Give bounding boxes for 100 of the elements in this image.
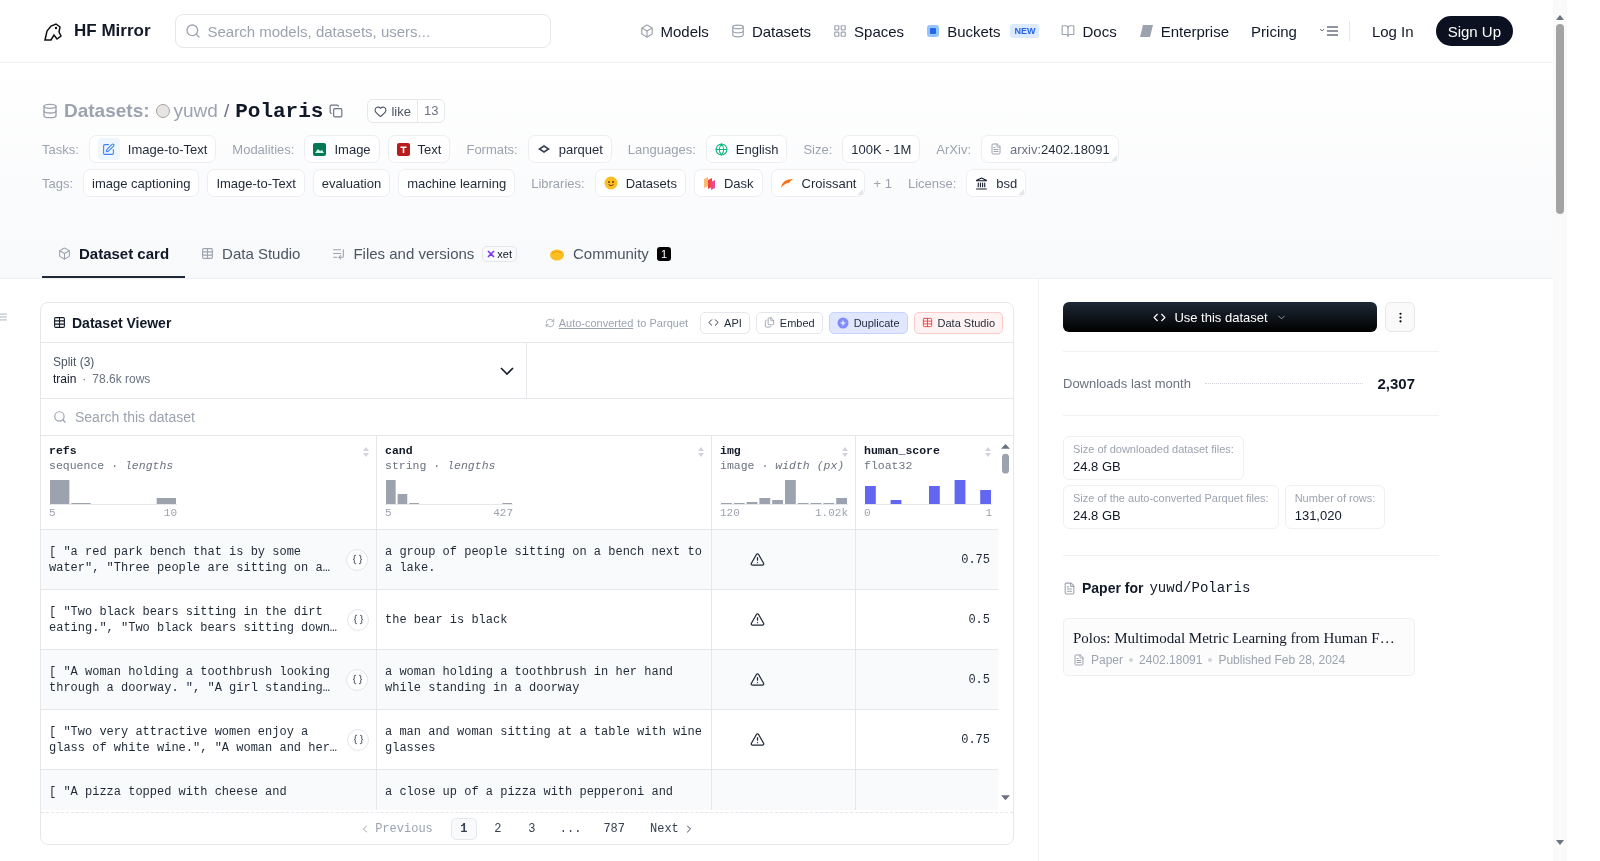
column-type: float32 — [864, 459, 914, 472]
tag-chip[interactable]: parquet — [527, 135, 612, 163]
table-cell: a man and woman sitting at a table with wine glasses — [385, 723, 703, 756]
tag-group-label: Formats: — [466, 141, 518, 157]
tag-chip[interactable]: Datasets — [594, 169, 686, 197]
nav-link[interactable]: Docs — [1061, 22, 1117, 40]
tag-chip[interactable]: image captioning — [83, 169, 200, 197]
expand-json-button[interactable] — [347, 728, 370, 751]
task-icon — [97, 138, 120, 160]
search-icon — [184, 23, 201, 39]
document-icon — [990, 143, 1002, 155]
tag-group-label: Tags: — [42, 175, 74, 191]
table-cell-text: the bear is black — [385, 611, 509, 628]
list-icon — [332, 247, 346, 260]
page-button[interactable]: 1 — [450, 817, 477, 840]
signup-button[interactable]: Sign Up — [1435, 16, 1513, 46]
tag-group-label: License: — [907, 175, 957, 191]
column-name[interactable]: refs — [49, 444, 77, 457]
tag-group-label: ArXiv: — [936, 141, 971, 157]
warning-icon — [750, 612, 765, 627]
viewer-action-button[interactable]: Embed — [755, 311, 823, 334]
sidebar-toggle-icon[interactable] — [0, 312, 8, 322]
cube-icon — [639, 24, 654, 38]
search-field[interactable]: Search models, datasets, users... — [174, 14, 551, 48]
tag-chip[interactable]: evaluation — [312, 169, 391, 197]
tag-chip[interactable]: Image-to-Text — [207, 169, 305, 197]
path-separator: / — [223, 100, 230, 122]
paper-card[interactable]: Polos: Multimodal Metric Learning from Human F… Paper 2402.18091 Published Feb 28, 2024 — [1063, 618, 1415, 676]
nav-link[interactable]: Buckets NEW — [926, 22, 1040, 40]
table-cell-text: [ "A pizza topped with cheese and — [49, 784, 288, 800]
sort-icon[interactable] — [697, 446, 705, 458]
login-link[interactable]: Log In — [1371, 22, 1414, 40]
logo-text[interactable]: HF Mirror — [74, 21, 151, 41]
like-button[interactable]: like 13 — [367, 99, 446, 123]
viewer-action-button[interactable]: Data Studio — [913, 311, 1003, 334]
more-options-button[interactable] — [1385, 302, 1415, 332]
table-cell: 0.75 — [961, 552, 990, 567]
next-page-button[interactable]: Next — [638, 821, 707, 836]
tab[interactable]: Files and versions xet — [316, 231, 533, 278]
stat-label: Number of rows: — [1294, 492, 1376, 504]
search-icon — [53, 410, 67, 424]
viewer-action-button[interactable]: API — [700, 311, 750, 334]
tag-chip[interactable]: Dask — [693, 169, 763, 197]
tag-chip[interactable]: Text — [387, 135, 451, 163]
sort-icon[interactable] — [841, 446, 849, 458]
logo-icon[interactable] — [42, 20, 64, 42]
viewer-action-button[interactable]: Duplicate — [828, 311, 908, 334]
stat-label: Size of the auto-converted Parquet files: — [1073, 492, 1269, 504]
tab[interactable]: Data Studio — [185, 231, 317, 278]
dask-icon — [702, 176, 716, 190]
column-type: sequence · lengths — [49, 459, 175, 472]
tag-chip[interactable]: bsd — [966, 169, 1027, 197]
histogram-min: 0 — [864, 507, 871, 519]
sort-icon[interactable] — [362, 446, 370, 458]
tab[interactable]: Dataset card — [42, 231, 186, 278]
page-button[interactable]: 787 — [596, 817, 632, 840]
braces-icon — [352, 614, 364, 625]
expand-json-button[interactable] — [346, 668, 368, 691]
tag-chip[interactable]: Image — [304, 135, 380, 163]
nav-link[interactable]: Datasets — [730, 22, 812, 40]
tag-chip[interactable]: arxiv:2402.18091 — [981, 135, 1119, 163]
repo-name[interactable]: Polaris — [235, 99, 324, 123]
column-type: string · lengths — [385, 459, 497, 472]
table-cell-text: a woman holding a toothbrush in her hand while standing in a doorway — [385, 663, 675, 696]
page-button[interactable]: 3 — [518, 817, 545, 840]
tag-chip[interactable]: machine learning — [398, 169, 516, 197]
use-dataset-button[interactable]: Use this dataset — [1063, 302, 1377, 332]
expand-json-button[interactable] — [347, 608, 370, 631]
document-icon — [1073, 654, 1085, 666]
table-cell: a group of people sitting on a bench next to a lake. — [385, 543, 703, 576]
tag-group-label: Languages: — [627, 141, 696, 157]
nav-link[interactable]: Enterprise — [1138, 22, 1230, 40]
page-button[interactable]: ... — [552, 817, 589, 840]
table-cell-text: a close up of a pizza with pepperoni and — [385, 784, 675, 800]
column-name[interactable]: human_score — [864, 444, 940, 457]
page-button[interactable]: 2 — [484, 817, 511, 840]
tag-group-label: Libraries: — [531, 175, 585, 191]
corner-icon — [1018, 189, 1025, 195]
more-menu-button[interactable] — [1318, 21, 1350, 41]
refresh-icon — [544, 317, 555, 328]
tag-chip[interactable]: 100K - 1M — [842, 135, 921, 163]
tag-chip[interactable]: English — [705, 135, 788, 163]
downloads-label: Downloads last month — [1063, 376, 1191, 391]
page-scrollbar[interactable] — [1553, 0, 1567, 861]
viewer-title: Dataset Viewer — [72, 314, 172, 331]
enterprise-icon — [1138, 24, 1154, 38]
tag-chip[interactable]: Image-to-Text — [88, 135, 217, 163]
sort-icon[interactable] — [984, 446, 992, 458]
tab[interactable]: Community 1 — [533, 231, 687, 278]
nav-link[interactable]: Spaces — [833, 22, 905, 40]
bullet-icon — [1208, 658, 1213, 662]
nav-link[interactable]: Models — [639, 22, 709, 40]
table-icon — [53, 316, 66, 329]
braces-icon — [351, 674, 363, 685]
column-name[interactable]: cand — [385, 444, 413, 457]
column-name[interactable]: img — [720, 444, 741, 457]
expand-json-button[interactable] — [346, 548, 368, 571]
copy-icon[interactable] — [329, 104, 344, 118]
tag-chip[interactable]: Croissant — [770, 169, 866, 197]
nav-link[interactable]: Pricing — [1251, 22, 1297, 40]
